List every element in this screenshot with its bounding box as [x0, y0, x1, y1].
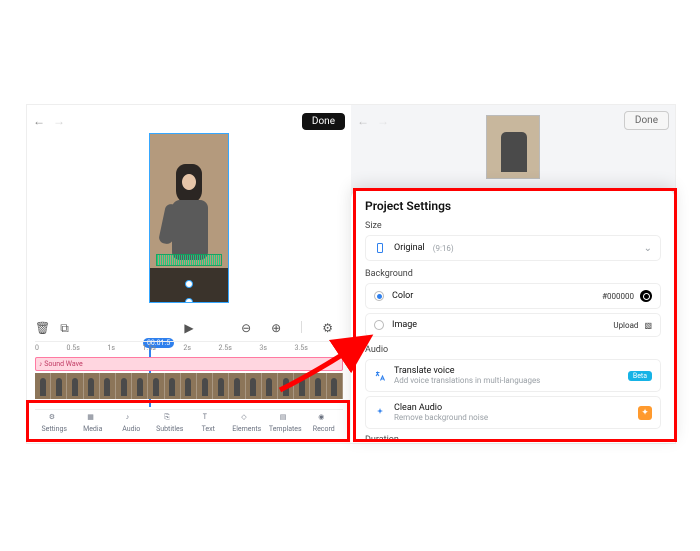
- audio-track[interactable]: Sound Wave: [35, 357, 343, 371]
- video-track[interactable]: [35, 373, 343, 399]
- bottom-toolbar: ⚙Settings ▦Media ♪Audio ⎘Subtitles TText…: [35, 409, 343, 441]
- bg-color-label: Color: [392, 291, 413, 301]
- toolbar-text[interactable]: TText: [189, 413, 228, 441]
- toolbar-record[interactable]: ◉Record: [305, 413, 344, 441]
- section-background-heading: Background: [365, 269, 661, 279]
- toolbar-audio[interactable]: ♪Audio: [112, 413, 151, 441]
- bg-upload-label[interactable]: Upload: [613, 321, 638, 330]
- audio-icon: ♪: [126, 413, 137, 424]
- undo-icon[interactable]: ←: [33, 114, 45, 128]
- translate-title: Translate voice: [394, 366, 540, 376]
- play-icon[interactable]: ▶: [184, 321, 193, 335]
- gear-icon: ⚙: [49, 413, 60, 424]
- clean-audio-option[interactable]: Clean Audio Remove background noise ✦: [365, 396, 661, 429]
- radio-icon[interactable]: [374, 291, 384, 301]
- record-icon: ◉: [318, 413, 329, 424]
- resize-handle-icon[interactable]: [185, 280, 193, 288]
- text-icon: T: [203, 413, 214, 424]
- bg-color-hex: #000000: [602, 292, 634, 301]
- phone-icon: [374, 242, 386, 254]
- elements-icon: ◇: [241, 413, 252, 424]
- translate-sub: Add voice translations in multi-language…: [394, 376, 540, 385]
- clean-title: Clean Audio: [394, 403, 488, 413]
- sparkle-icon: [374, 407, 386, 419]
- background-image-option[interactable]: Image Upload ▧: [365, 313, 661, 337]
- section-audio-heading: Audio: [365, 345, 661, 355]
- gear-icon[interactable]: ⚙: [322, 321, 333, 335]
- selected-video-clip[interactable]: [149, 133, 229, 303]
- size-option-label: Original: [394, 243, 425, 253]
- translate-icon: [374, 370, 386, 382]
- copy-icon[interactable]: ⧉: [60, 321, 69, 336]
- trash-icon[interactable]: 🗑: [35, 321, 50, 335]
- media-icon: ▦: [87, 413, 98, 424]
- settings-pane: ← → Done Project Settings Size Original …: [351, 104, 676, 444]
- premium-badge-icon: ✦: [638, 406, 652, 420]
- zoom-out-icon[interactable]: ⊖: [241, 321, 251, 335]
- toolbar-settings[interactable]: ⚙Settings: [35, 413, 74, 441]
- preview-canvas[interactable]: [27, 133, 351, 311]
- size-option-meta: (9:16): [433, 244, 454, 253]
- beta-badge: Beta: [628, 371, 652, 381]
- toolbar-elements[interactable]: ◇Elements: [228, 413, 267, 441]
- radio-icon[interactable]: [374, 320, 384, 330]
- section-size-heading: Size: [365, 221, 661, 231]
- background-preview: [351, 105, 675, 189]
- chevron-down-icon: ⌄: [644, 243, 652, 254]
- image-icon: ▧: [644, 321, 652, 330]
- section-duration-heading: Duration: [365, 435, 661, 443]
- toolbar-subtitles[interactable]: ⎘Subtitles: [151, 413, 190, 441]
- video-editor-pane: ← → Done 🗑 ⧉ ▶ ⊖ ⊕ ⚙ 0: [26, 104, 351, 444]
- toolbar-media[interactable]: ▦Media: [74, 413, 113, 441]
- resize-handle-icon[interactable]: [185, 298, 193, 303]
- toolbar-templates[interactable]: ▤Templates: [266, 413, 305, 441]
- panel-title: Project Settings: [365, 199, 661, 213]
- zoom-in-icon[interactable]: ⊕: [271, 321, 281, 335]
- translate-voice-option[interactable]: Translate voice Add voice translations i…: [365, 359, 661, 392]
- size-select[interactable]: Original (9:16) ⌄: [365, 235, 661, 261]
- templates-icon: ▤: [280, 413, 291, 424]
- done-button[interactable]: Done: [302, 113, 345, 130]
- subtitles-icon: ⎘: [164, 413, 175, 424]
- bg-image-label: Image: [392, 320, 417, 330]
- project-settings-panel: Project Settings Size Original (9:16) ⌄ …: [351, 189, 675, 443]
- redo-icon[interactable]: →: [53, 114, 65, 128]
- color-swatch-icon[interactable]: [640, 290, 652, 302]
- background-color-option[interactable]: Color #000000: [365, 283, 661, 309]
- clean-sub: Remove background noise: [394, 413, 488, 422]
- timeline-ruler[interactable]: 0 0.5s 1s 1.5s 2s 2.5s 3s 3.5s 4s: [35, 341, 343, 355]
